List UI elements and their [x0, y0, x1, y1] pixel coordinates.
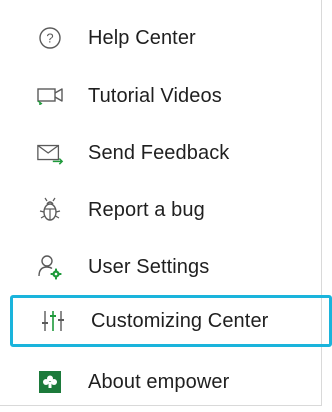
menu-item-report-bug[interactable]: Report a bug	[0, 184, 322, 236]
menu-item-label: Tutorial Videos	[88, 84, 222, 107]
bug-icon	[36, 196, 64, 224]
menu-item-label: Help Center	[88, 26, 196, 49]
menu-item-label: Send Feedback	[88, 141, 230, 164]
sliders-icon	[39, 307, 67, 335]
menu-item-about-empower[interactable]: About empower	[0, 356, 322, 408]
menu-item-tutorial-videos[interactable]: Tutorial Videos	[0, 70, 322, 122]
menu-item-label: About empower	[88, 370, 230, 393]
menu-item-customizing-center[interactable]: Customizing Center	[10, 295, 332, 347]
video-camera-icon	[36, 82, 64, 110]
svg-text:?: ?	[46, 31, 53, 46]
menu-item-label: User Settings	[88, 255, 210, 278]
empower-logo-icon	[36, 368, 64, 396]
menu-item-help-center[interactable]: ? Help Center	[0, 12, 322, 64]
user-gear-icon	[36, 253, 64, 281]
menu-item-user-settings[interactable]: User Settings	[0, 241, 322, 293]
menu-item-label: Customizing Center	[91, 309, 269, 332]
help-circle-icon: ?	[36, 24, 64, 52]
envelope-arrow-icon	[36, 139, 64, 167]
menu-item-label: Report a bug	[88, 198, 205, 221]
help-menu: ? Help Center Tutorial Videos Send Feedb…	[0, 0, 332, 408]
menu-item-send-feedback[interactable]: Send Feedback	[0, 127, 322, 179]
